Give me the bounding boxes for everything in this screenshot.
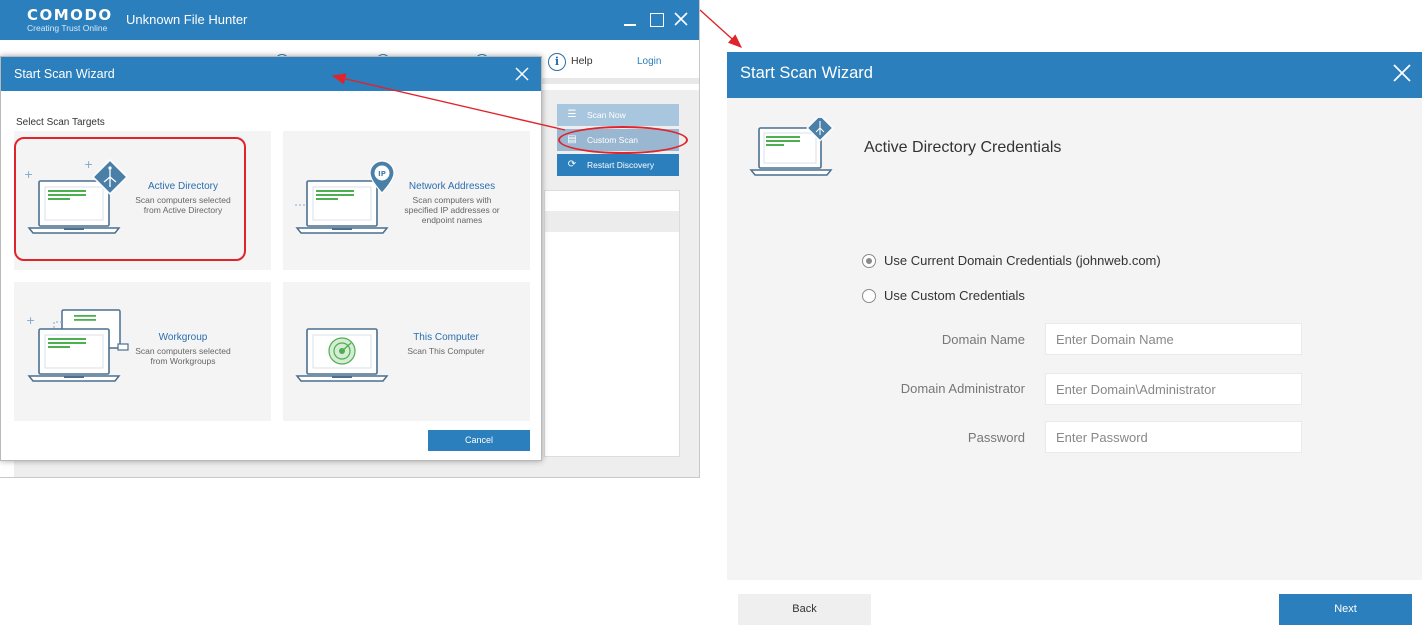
credentials-wizard-header: Start Scan Wizard (727, 52, 1422, 98)
active-directory-highlight (14, 137, 246, 261)
close-icon (1393, 64, 1411, 82)
select-scan-targets-label: Select Scan Targets (16, 117, 105, 128)
help-link[interactable]: Help (571, 55, 593, 67)
close-icon (674, 12, 688, 26)
small-wizard-title: Start Scan Wizard (14, 67, 115, 81)
workgroup-card[interactable]: + Workgroup Scan computers selected from… (14, 282, 271, 421)
small-scan-wizard-dialog: Start Scan Wizard Select Scan Targets + … (0, 56, 542, 461)
list-icon: ☰ (567, 109, 577, 120)
credentials-heading: Active Directory Credentials (864, 139, 1062, 156)
use-current-credentials-label: Use Current Domain Credentials (johnweb.… (884, 253, 1161, 268)
password-input[interactable] (1045, 421, 1302, 453)
back-button[interactable]: Back (738, 594, 871, 625)
use-custom-credentials-label: Use Custom Credentials (884, 288, 1025, 303)
ip-badge-label: IP (378, 170, 386, 178)
help-icon[interactable]: i (548, 53, 566, 71)
radio-button-unchecked[interactable] (862, 289, 876, 303)
small-wizard-close-button[interactable] (513, 65, 531, 83)
maximize-button[interactable] (646, 9, 666, 29)
password-label: Password (967, 430, 1025, 445)
brand-name: COMODO (27, 6, 113, 24)
app-titlebar: COMODO Creating Trust Online Unknown Fil… (0, 0, 699, 40)
this-computer-title: This Computer (413, 332, 479, 343)
scan-now-label: Scan Now (587, 110, 626, 120)
domain-administrator-label: Domain Administrator (900, 381, 1025, 396)
this-computer-desc: Scan This Computer (407, 346, 485, 356)
brand-tagline: Creating Trust Online (27, 23, 108, 33)
credentials-wizard-body: Active Directory Credentials Use Current… (727, 98, 1422, 580)
results-panel-header (545, 211, 679, 232)
workgroup-desc: Scan computers selected from Workgroups (135, 346, 231, 366)
minimize-button[interactable] (620, 9, 640, 29)
credentials-wizard-close-button[interactable] (1390, 61, 1414, 85)
network-addresses-text: Network Addresses Scan computers with sp… (396, 181, 508, 225)
this-computer-text: This Computer Scan This Computer (390, 332, 502, 356)
comodo-logo: COMODO Creating Trust Online (27, 7, 113, 33)
domain-administrator-input[interactable] (1045, 373, 1302, 405)
network-addresses-card[interactable]: IP Network Addresses Scan computers with… (283, 131, 530, 270)
scan-now-button[interactable]: ☰ Scan Now (557, 104, 679, 126)
app-title: Unknown File Hunter (126, 12, 248, 27)
credentials-wizard-dialog: Start Scan Wizard Active Directory Crede… (727, 52, 1422, 627)
credentials-wizard-title: Start Scan Wizard (740, 64, 873, 82)
cancel-button[interactable]: Cancel (428, 430, 530, 451)
results-panel (544, 190, 680, 457)
network-addresses-title: Network Addresses (408, 181, 496, 192)
close-app-button[interactable] (671, 9, 691, 29)
workgroup-title: Workgroup (158, 332, 208, 343)
domain-name-label: Domain Name (941, 332, 1025, 347)
arrow-to-credentials (699, 9, 743, 48)
close-icon (515, 67, 529, 81)
svg-text:+: + (26, 314, 35, 327)
login-link[interactable]: Login (637, 56, 661, 67)
restart-discovery-label: Restart Discovery (587, 160, 655, 170)
small-wizard-header: Start Scan Wizard (1, 57, 541, 91)
this-computer-card[interactable]: This Computer Scan This Computer (283, 282, 530, 421)
radio-button-checked[interactable] (862, 254, 876, 268)
workgroup-text: Workgroup Scan computers selected from W… (127, 332, 239, 366)
discovery-icon: ⟳ (567, 159, 577, 170)
credentials-wizard-footer: Back Next (727, 580, 1422, 627)
domain-name-input[interactable] (1045, 323, 1302, 355)
next-button[interactable]: Next (1279, 594, 1412, 625)
restart-discovery-button[interactable]: ⟳ Restart Discovery (557, 154, 679, 176)
network-addresses-desc: Scan computers with specified IP address… (404, 195, 500, 225)
custom-scan-highlight (558, 126, 688, 154)
active-directory-icon (749, 118, 834, 176)
